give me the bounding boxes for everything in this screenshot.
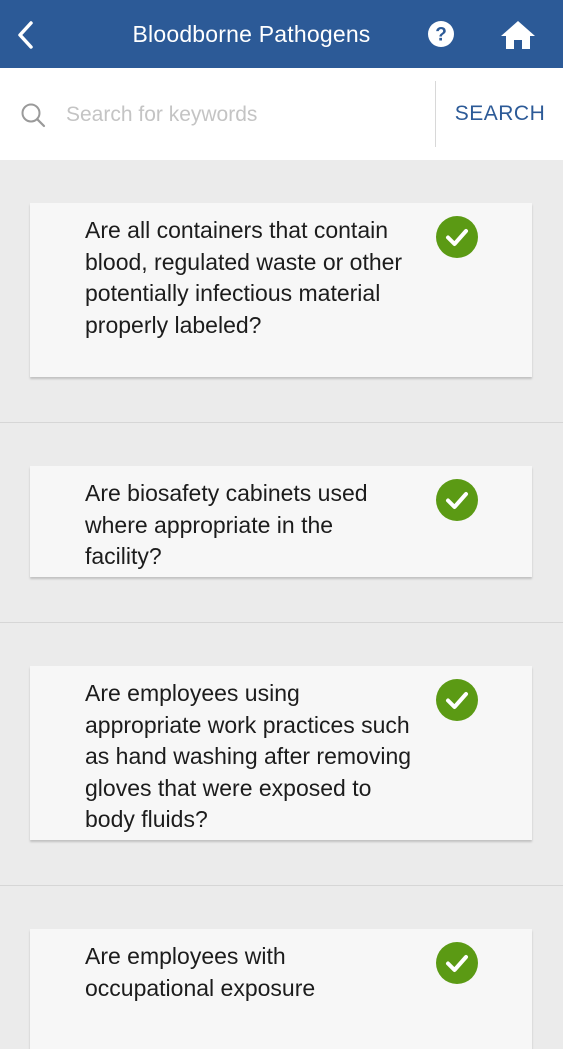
home-button[interactable] — [498, 18, 538, 52]
app-header: Bloodborne Pathogens ? — [0, 0, 563, 68]
question-text: Are biosafety cabinets used where approp… — [85, 480, 368, 569]
search-input[interactable] — [66, 96, 416, 134]
page-title: Bloodborne Pathogens — [132, 20, 371, 47]
question-card[interactable]: Are employees using appropriate work pra… — [30, 666, 532, 840]
svg-text:?: ? — [435, 25, 447, 46]
checklist: Are all containers that contain blood, r… — [0, 160, 563, 1049]
checkmark-circle-icon — [436, 679, 478, 721]
home-icon — [501, 21, 535, 49]
question-text: Are all containers that contain blood, r… — [85, 217, 403, 338]
checkmark-circle-icon — [436, 216, 478, 258]
question-card[interactable]: Are biosafety cabinets used where approp… — [30, 466, 532, 577]
chevron-left-icon — [18, 21, 33, 49]
list-item: Are biosafety cabinets used where approp… — [0, 423, 563, 623]
list-item: Are employees with occupational exposure — [0, 886, 563, 1049]
back-button[interactable] — [10, 18, 42, 52]
question-text: Are employees using appropriate work pra… — [85, 680, 412, 832]
question-card[interactable]: Are employees with occupational exposure — [30, 929, 532, 1049]
checkmark-circle-icon — [436, 942, 478, 984]
search-divider — [435, 81, 436, 147]
question-text: Are employees with occupational exposure — [85, 943, 316, 1001]
help-button[interactable]: ? — [427, 20, 455, 48]
search-bar: SEARCH — [0, 68, 563, 160]
search-icon — [21, 103, 46, 128]
checkmark-circle-icon — [436, 479, 478, 521]
question-card[interactable]: Are all containers that contain blood, r… — [30, 203, 532, 377]
search-button[interactable]: SEARCH — [437, 68, 563, 160]
list-item: Are employees using appropriate work pra… — [0, 623, 563, 886]
question-circle-icon: ? — [428, 21, 454, 47]
list-item: Are all containers that contain blood, r… — [0, 160, 563, 423]
